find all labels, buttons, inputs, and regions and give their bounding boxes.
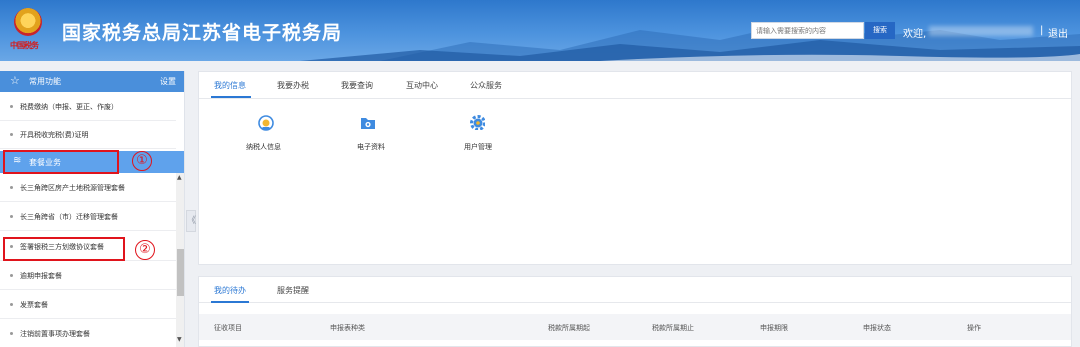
folder-icon[interactable] (360, 115, 376, 131)
bullet-icon (10, 303, 13, 306)
todo-tabs: 我的待办 服务提醒 (199, 277, 1071, 303)
sidebar-item-yrd-property-package[interactable]: 长三角跨区房产土地税源管理套餐 (0, 174, 176, 202)
scroll-up-arrow-icon[interactable]: ▲ (177, 174, 182, 181)
column-header: 申报期限 (760, 324, 788, 332)
sidebar-item-tax-payment[interactable]: 税费缴纳（申报、更正、作废） (0, 93, 176, 121)
column-header: 申报表种类 (330, 324, 365, 332)
bullet-icon (10, 274, 13, 277)
tab-public-service[interactable]: 公众服务 (470, 80, 502, 91)
tax-emblem-icon (14, 8, 42, 36)
sidebar-scrollbar-thumb[interactable] (177, 249, 184, 296)
bullet-icon (10, 186, 13, 189)
active-tab-indicator (211, 96, 251, 98)
emblem-caption: 中国税务 (10, 40, 39, 50)
sidebar-item-label: 长三角跨区房产土地税源管理套餐 (20, 184, 125, 192)
column-header: 税款所属期起 (548, 324, 590, 332)
annotation-number-one: ① (132, 151, 152, 171)
star-icon: ☆ (10, 74, 20, 87)
sidebar-item-yrd-migration-package[interactable]: 长三角跨省（市）迁移管理套餐 (0, 203, 176, 231)
electronic-files-label[interactable]: 电子资料 (357, 142, 385, 152)
tab-query[interactable]: 我要查询 (341, 80, 373, 91)
badge-icon[interactable] (258, 115, 274, 131)
highlight-box-packages (3, 150, 119, 174)
bullet-icon (10, 133, 13, 136)
sidebar-item-label: 税费缴纳（申报、更正、作废） (20, 103, 118, 111)
sidebar-item-label: 开具税收完税(费)证明 (20, 131, 89, 139)
highlight-box-bank-agreement (3, 237, 125, 261)
user-management-label[interactable]: 用户管理 (464, 142, 492, 152)
sidebar-header: ☆ 常用功能 设置 (0, 71, 184, 92)
column-header: 税款所属期止 (652, 324, 694, 332)
site-title: 国家税务总局江苏省电子税务局 (62, 22, 343, 44)
column-header: 申报状态 (863, 324, 891, 332)
sidebar-item-tax-certificate[interactable]: 开具税收完税(费)证明 (0, 121, 176, 149)
tab-my-todo[interactable]: 我的待办 (214, 285, 246, 296)
user-name-redacted (929, 26, 1033, 36)
sidebar-item-label: 长三角跨省（市）迁移管理套餐 (20, 213, 118, 221)
sidebar-settings-link[interactable]: 设置 (160, 76, 176, 87)
gear-icon[interactable] (469, 114, 485, 130)
active-tab-indicator (211, 301, 249, 303)
sidebar-collapse-icon[interactable]: 《 (186, 210, 196, 232)
header-divider: | (1040, 25, 1044, 36)
sidebar-item-deregistration-package[interactable]: 注销前置事项办理套餐 (0, 320, 176, 347)
sidebar-item-invoice-package[interactable]: 发票套餐 (0, 291, 176, 319)
tab-my-info[interactable]: 我的信息 (214, 80, 246, 91)
tab-service-reminder[interactable]: 服务提醒 (277, 285, 309, 296)
top-banner: 中国税务 国家税务总局江苏省电子税务局 搜索 欢迎, | 退出 (0, 0, 1080, 61)
sidebar-title: 常用功能 (29, 77, 61, 86)
column-header: 征收项目 (214, 324, 242, 332)
taxpayer-info-label[interactable]: 纳税人信息 (246, 142, 281, 152)
info-panel: 我的信息 我要办税 我要查询 互动中心 公众服务 纳税人信息 电子资料 用户管理 (198, 71, 1072, 265)
annotation-number-two: ② (135, 240, 155, 260)
bullet-icon (10, 332, 13, 335)
search-input[interactable] (751, 22, 864, 39)
todo-panel: 我的待办 服务提醒 征收项目 申报表种类 税款所属期起 税款所属期止 申报期限 … (198, 276, 1072, 347)
info-tabs: 我的信息 我要办税 我要查询 互动中心 公众服务 (199, 72, 1071, 99)
sidebar-item-label: 逾期申报套餐 (20, 272, 62, 280)
logout-link[interactable]: 退出 (1048, 25, 1068, 40)
column-header: 操作 (967, 324, 981, 332)
tab-interaction-center[interactable]: 互动中心 (406, 80, 438, 91)
sidebar: ☆ 常用功能 设置 税费缴纳（申报、更正、作废） 开具税收完税(费)证明 ≋ 套… (0, 71, 185, 347)
scroll-down-arrow-icon[interactable]: ▼ (177, 336, 182, 343)
sidebar-item-overdue-filing-package[interactable]: 逾期申报套餐 (0, 262, 176, 290)
bullet-icon (10, 105, 13, 108)
welcome-text: 欢迎, (903, 29, 927, 40)
sidebar-item-label: 注销前置事项办理套餐 (20, 330, 90, 338)
sidebar-item-label: 发票套餐 (20, 301, 48, 309)
tab-tax-handling[interactable]: 我要办税 (277, 80, 309, 91)
todo-table-header: 征收项目 申报表种类 税款所属期起 税款所属期止 申报期限 申报状态 操作 (199, 314, 1071, 340)
search-button[interactable]: 搜索 (865, 22, 895, 39)
bullet-icon (10, 215, 13, 218)
